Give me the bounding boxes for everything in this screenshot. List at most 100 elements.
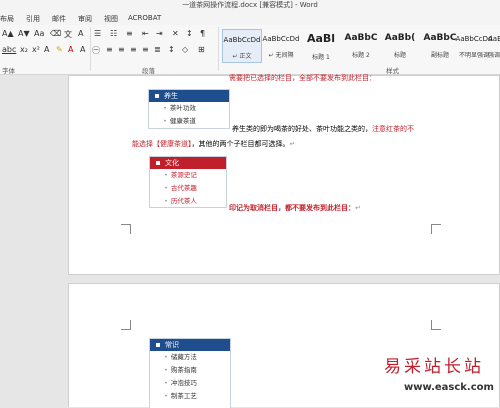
style-title[interactable]: AaBb( 标题 xyxy=(380,29,420,63)
bullets-icon[interactable]: ☰ xyxy=(94,29,101,38)
nav-header: 常识 xyxy=(150,339,230,351)
crop-mark xyxy=(431,320,441,330)
watermark-text: 易采站长站 xyxy=(384,357,484,377)
style-heading-1[interactable]: AaBl 标题 1 xyxy=(301,29,341,63)
doc-para-2: 能选择【健康茶道】，其他的两个子栏目都可选择。↵ xyxy=(132,140,296,148)
doc-para-1: 养生类的即为喝茶的好处、茶叶功能之类的，注意红茶的不 xyxy=(232,125,414,133)
highlight-icon[interactable]: ✎ xyxy=(56,45,63,54)
align-center-icon[interactable]: ≡ xyxy=(118,45,125,54)
menu-layout[interactable]: 布局 xyxy=(0,14,14,24)
nav-item: • 制茶工艺 xyxy=(164,392,197,400)
style-name: 标题 xyxy=(393,52,406,59)
font-grow-icon[interactable]: A▲ xyxy=(2,29,14,38)
subscript-icon[interactable]: x₂ xyxy=(20,45,28,54)
nav-header: 养生 xyxy=(149,90,229,102)
sort-icon[interactable]: ↕ xyxy=(186,29,193,38)
show-marks-icon[interactable]: ¶ xyxy=(200,29,205,38)
ribbon-separator xyxy=(90,27,91,71)
window-title: 一道茶网操作流程.docx [兼容模式] - Word xyxy=(0,0,500,11)
style-preview: AaBbC xyxy=(344,33,378,43)
decrease-indent-icon[interactable]: ⇤ xyxy=(142,29,149,38)
dot-icon: • xyxy=(164,197,168,205)
square-bullet-icon xyxy=(156,161,160,165)
menu-bar: 布局 引用 邮件 审阅 视图 ACROBAT xyxy=(0,11,500,25)
superscript-icon[interactable]: x² xyxy=(32,45,40,54)
multilevel-list-icon[interactable]: ≡ xyxy=(126,29,133,38)
nav-item: • 冲泡技巧 xyxy=(164,379,197,387)
ribbon: A▲ A▼ Aa ⌫ 文 A ☰ ☷ ≡ ⇤ ⇥ ✕ ↕ ¶ abc x₂ x²… xyxy=(0,25,500,75)
line-spacing-icon[interactable]: ↕ xyxy=(168,45,175,54)
font-shrink-icon[interactable]: A▼ xyxy=(18,29,30,38)
styles-group-label: 样式 xyxy=(386,67,399,75)
style-name: ↵ 正文 xyxy=(232,53,252,60)
borders-icon[interactable]: ⊞ xyxy=(198,45,205,54)
char-border-icon[interactable]: A xyxy=(78,29,83,38)
dot-icon: • xyxy=(164,184,168,192)
styles-gallery: AaBbCcDd ↵ 正文 AaBbCcDd ↵ 无间隔 AaBl 标题 1 A… xyxy=(222,29,500,63)
align-right-icon[interactable]: ≡ xyxy=(130,45,137,54)
chinese-layout-icon[interactable]: ✕ xyxy=(172,29,179,38)
style-preview: AaBbCcDd xyxy=(223,36,261,44)
dot-icon: • xyxy=(164,366,168,374)
clear-format-icon[interactable]: ⌫ xyxy=(50,29,61,38)
nav-item: • 茶源史记 xyxy=(164,171,197,179)
dot-icon: • xyxy=(164,353,168,361)
distribute-icon[interactable]: ≣ xyxy=(154,45,161,54)
crop-mark xyxy=(121,224,131,234)
menu-review[interactable]: 审阅 xyxy=(78,14,92,24)
increase-indent-icon[interactable]: ⇥ xyxy=(156,29,163,38)
site-watermark: 易采站长站 www.easck.com xyxy=(378,352,500,407)
doc-top-red-fragment: 需要把已选择的栏目，全部不要发布到此栏目： xyxy=(229,74,376,82)
nav-menu-health: 养生 • 茶叶功效 • 健康茶道 xyxy=(148,89,230,129)
document-page: 需要把已选择的栏目，全部不要发布到此栏目： 养生 • 茶叶功效 • 健康茶道 养生类… xyxy=(68,74,500,275)
text-effects-icon[interactable]: A xyxy=(44,45,49,54)
crop-mark xyxy=(431,224,441,234)
watermark-url: www.easck.com xyxy=(404,382,494,393)
dot-icon: • xyxy=(164,379,168,387)
crop-mark xyxy=(121,320,131,330)
nav-item: • 储藏方法 xyxy=(164,353,197,361)
style-preview: AaBbCcDd xyxy=(262,35,300,43)
paragraph-group-label: 段落 xyxy=(142,67,155,75)
square-bullet-icon xyxy=(155,94,159,98)
style-normal[interactable]: AaBbCcDd ↵ 正文 xyxy=(222,29,262,63)
nav-item: • 古代茶趣 xyxy=(164,184,197,192)
nav-menu-knowledge: 常识 • 储藏方法 • 购茶指南 • 冲泡技巧 • 制茶工艺 xyxy=(149,338,231,408)
dot-icon: • xyxy=(163,104,167,112)
style-no-spacing[interactable]: AaBbCcDd ↵ 无间隔 xyxy=(261,29,301,63)
shading-icon[interactable]: ◇ xyxy=(182,45,188,54)
style-preview: AaBbCcl xyxy=(488,35,500,43)
align-left-icon[interactable]: ≡ xyxy=(106,45,113,54)
style-emphasis[interactable]: AaBbCcl 强调 xyxy=(488,29,500,63)
dot-icon: • xyxy=(164,392,168,400)
nav-item: • 购茶指南 xyxy=(164,366,197,374)
nav-header: 文化 xyxy=(150,157,226,169)
style-preview: AaBl xyxy=(306,32,336,45)
ribbon-separator xyxy=(218,27,219,71)
nav-item: • 茶叶功效 xyxy=(163,104,196,112)
style-heading-2[interactable]: AaBbC 标题 2 xyxy=(341,29,381,63)
change-case-icon[interactable]: Aa xyxy=(34,29,44,38)
font-color-icon[interactable]: A xyxy=(68,45,73,54)
enclose-char-icon[interactable]: ㊀ xyxy=(92,45,100,56)
dot-icon: • xyxy=(164,171,168,179)
menu-acrobat[interactable]: ACROBAT xyxy=(128,14,161,22)
doc-red-instruction: 印记为取消栏目，都不要发布到此栏目：↵ xyxy=(229,204,361,212)
font-group-label: 字体 xyxy=(2,67,15,75)
ribbon-row-2: abc x₂ x² A ✎ A A ㊀ ≡ ≡ ≡ ≡ ≣ ↕ ◇ ⊞ xyxy=(0,45,220,57)
style-name: 标题 2 xyxy=(352,52,370,59)
menu-mailings[interactable]: 邮件 xyxy=(52,14,66,24)
phonetic-icon[interactable]: 文 xyxy=(64,29,72,40)
ribbon-row-1: A▲ A▼ Aa ⌫ 文 A ☰ ☷ ≡ ⇤ ⇥ ✕ ↕ ¶ xyxy=(0,29,220,41)
underline-icon[interactable]: abc xyxy=(2,45,16,54)
nav-item: • 健康茶道 xyxy=(163,117,196,125)
numbering-icon[interactable]: ☷ xyxy=(110,29,117,38)
style-name: ↵ 无间隔 xyxy=(268,52,294,59)
nav-menu-culture: 文化 • 茶源史记 • 古代茶趣 • 历代茶人 xyxy=(149,156,227,208)
dot-icon: • xyxy=(163,117,167,125)
style-name: 强调 xyxy=(488,52,500,59)
menu-view[interactable]: 视图 xyxy=(104,14,118,24)
char-shading-icon[interactable]: A xyxy=(80,45,85,54)
menu-references[interactable]: 引用 xyxy=(26,14,40,24)
justify-icon[interactable]: ≡ xyxy=(142,45,149,54)
